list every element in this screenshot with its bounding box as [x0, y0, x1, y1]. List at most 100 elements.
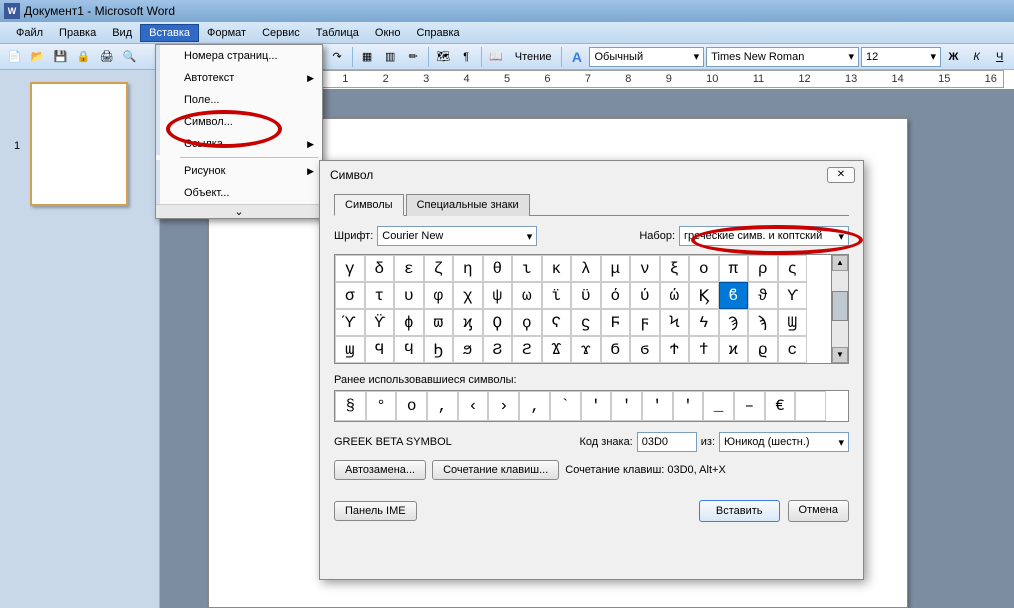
menu-insert[interactable]: Вставка [140, 24, 199, 42]
char-cell[interactable]: Ϗ [689, 282, 719, 309]
char-cell[interactable]: ϥ [394, 336, 424, 363]
char-cell[interactable]: ϑ [748, 282, 778, 309]
char-cell[interactable]: ζ [424, 255, 454, 282]
scroll-down-button[interactable]: ▼ [832, 347, 848, 363]
char-cell[interactable]: ϖ [424, 309, 454, 336]
menu-field[interactable]: Поле... [156, 89, 322, 111]
tab-special[interactable]: Специальные знаки [406, 194, 530, 216]
style-a-button[interactable]: A [566, 46, 587, 68]
recent-char-cell[interactable]: о [396, 391, 427, 421]
style-select[interactable]: Обычный▾ [589, 47, 704, 67]
table-button[interactable]: ▦ [357, 46, 378, 68]
recent-char-cell[interactable]: ‚ [519, 391, 550, 421]
char-cell[interactable]: Ϯ [660, 336, 690, 363]
recent-char-cell[interactable]: ʹ [642, 391, 673, 421]
char-cell[interactable]: σ [335, 282, 365, 309]
char-cell[interactable]: ό [601, 282, 631, 309]
reading-label[interactable]: Чтение [509, 51, 558, 63]
char-cell[interactable]: Ϡ [719, 309, 749, 336]
grid-scrollbar[interactable]: ▲ ▼ [832, 254, 849, 364]
new-doc-button[interactable]: 📄 [4, 46, 25, 68]
char-cell[interactable]: ϙ [512, 309, 542, 336]
recent-char-cell[interactable]: ` [550, 391, 581, 421]
char-cell[interactable]: ϲ [778, 336, 808, 363]
bold-button[interactable]: Ж [943, 46, 964, 68]
menu-autotext[interactable]: Автотекст▶ [156, 67, 322, 89]
recent-char-cell[interactable]: ° [366, 391, 397, 421]
redo-button[interactable]: ↷ [327, 46, 348, 68]
scroll-up-button[interactable]: ▲ [832, 255, 848, 271]
char-cell[interactable]: ε [394, 255, 424, 282]
scroll-thumb[interactable] [832, 291, 848, 321]
char-cell[interactable]: φ [424, 282, 454, 309]
char-cell[interactable]: μ [601, 255, 631, 282]
underline-button[interactable]: Ч [989, 46, 1010, 68]
char-cell[interactable]: δ [365, 255, 395, 282]
font-select[interactable]: Courier New▾ [377, 226, 537, 246]
char-cell[interactable]: ϡ [748, 309, 778, 336]
char-cell[interactable]: Ϥ [365, 336, 395, 363]
recent-char-cell[interactable]: ′ [611, 391, 642, 421]
char-cell[interactable]: Ϛ [542, 309, 572, 336]
menu-window[interactable]: Окно [367, 25, 409, 41]
menu-page-numbers[interactable]: Номера страниц... [156, 45, 322, 67]
menu-help[interactable]: Справка [408, 25, 467, 41]
char-cell[interactable]: ϟ [689, 309, 719, 336]
char-cell[interactable]: ϕ [394, 309, 424, 336]
char-cell[interactable]: ϊ [542, 282, 572, 309]
char-cell[interactable]: Ϧ [424, 336, 454, 363]
print-button[interactable]: 🖨 [96, 46, 117, 68]
recent-char-cell[interactable]: › [488, 391, 519, 421]
menu-reference[interactable]: Ссылка▶ [156, 133, 322, 155]
menu-tools[interactable]: Сервис [254, 25, 308, 41]
char-cell[interactable]: ϒ [778, 282, 808, 309]
recent-char-cell[interactable]: € [765, 391, 796, 421]
char-cell[interactable]: η [453, 255, 483, 282]
char-cell[interactable]: ϫ [571, 336, 601, 363]
map-button[interactable]: 🗺 [433, 46, 454, 68]
menu-object[interactable]: Объект... [156, 182, 322, 204]
close-button[interactable]: ✕ [827, 167, 855, 183]
char-cell[interactable]: ρ [748, 255, 778, 282]
menu-picture[interactable]: Рисунок▶ [156, 160, 322, 182]
char-cell[interactable]: γ [335, 255, 365, 282]
open-button[interactable]: 📂 [27, 46, 48, 68]
char-cell[interactable]: χ [453, 282, 483, 309]
char-cell[interactable]: Ϭ [601, 336, 631, 363]
char-cell[interactable]: ω [512, 282, 542, 309]
menu-view[interactable]: Вид [104, 25, 140, 41]
save-button[interactable]: 💾 [50, 46, 71, 68]
perm-button[interactable]: 🔒 [73, 46, 94, 68]
menu-file[interactable]: Файл [8, 25, 51, 41]
menu-format[interactable]: Формат [199, 25, 254, 41]
preview-button[interactable]: 🔍 [119, 46, 140, 68]
char-cell[interactable]: ϔ [365, 309, 395, 336]
char-cell[interactable]: ϗ [453, 309, 483, 336]
code-input[interactable] [637, 432, 697, 452]
char-cell[interactable]: Ϝ [601, 309, 631, 336]
recent-char-cell[interactable] [795, 391, 826, 421]
char-cell[interactable]: ϋ [571, 282, 601, 309]
drawing-button[interactable]: ✏ [403, 46, 424, 68]
para-button[interactable]: ¶ [456, 46, 477, 68]
font-select[interactable]: Times New Roman▾ [706, 47, 859, 67]
char-cell[interactable]: ϝ [630, 309, 660, 336]
page-thumbnail[interactable] [30, 82, 128, 206]
recent-char-cell[interactable]: ʹ [581, 391, 612, 421]
ime-panel-button[interactable]: Панель IME [334, 501, 417, 521]
char-cell[interactable]: ϐ [719, 282, 749, 309]
char-cell[interactable]: ϰ [719, 336, 749, 363]
char-cell[interactable]: ι [512, 255, 542, 282]
char-cell[interactable]: ϧ [453, 336, 483, 363]
menu-expand[interactable]: ⌄ [156, 204, 322, 218]
char-cell[interactable]: Ϣ [778, 309, 808, 336]
encoding-select[interactable]: Юникод (шестн.)▾ [719, 432, 849, 452]
char-cell[interactable]: τ [365, 282, 395, 309]
recent-char-cell[interactable]: ʹ [673, 391, 704, 421]
char-cell[interactable]: Ϙ [483, 309, 513, 336]
char-cell[interactable]: ϓ [335, 309, 365, 336]
size-select[interactable]: 12▾ [861, 47, 941, 67]
char-cell[interactable]: π [719, 255, 749, 282]
char-cell[interactable]: κ [542, 255, 572, 282]
recent-char-cell[interactable]: ‹ [458, 391, 489, 421]
